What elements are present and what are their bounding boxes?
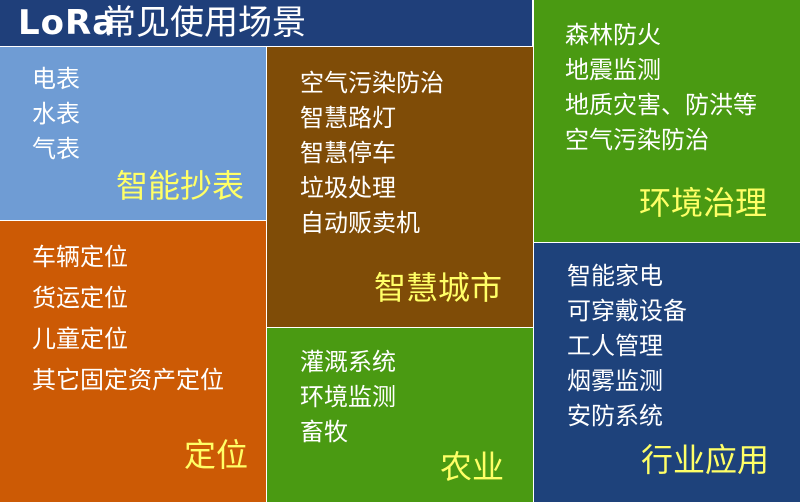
block-smart-meter: 电表 水表 气表 智能抄表 — [0, 46, 266, 220]
divider — [266, 46, 267, 502]
industry-item: 烟雾监测 — [567, 367, 663, 395]
positioning-item: 车辆定位 — [32, 243, 128, 271]
city-item: 智慧路灯 — [300, 104, 396, 132]
city-item: 自动贩卖机 — [300, 209, 420, 237]
positioning-label: 定位 — [184, 436, 249, 474]
city-item: 垃圾处理 — [300, 174, 396, 202]
positioning-item-list: 车辆定位 货运定位 儿童定位 其它固定资产定位 — [32, 237, 224, 401]
block-agriculture: 灌溉系统 环境监测 畜牧 农业 — [266, 327, 533, 502]
industry-item: 工人管理 — [567, 332, 663, 360]
block-environment: 森林防火 地震监测 地质灾害、防洪等 空气污染防治 环境治理 — [533, 0, 800, 242]
divider — [533, 242, 800, 243]
positioning-item: 货运定位 — [32, 284, 128, 312]
env-item: 地质灾害、防洪等 — [565, 91, 757, 119]
divider — [266, 327, 533, 328]
meter-item-list: 电表 水表 气表 — [32, 62, 80, 167]
block-positioning: 车辆定位 货运定位 儿童定位 其它固定资产定位 定位 — [0, 220, 266, 502]
env-item: 地震监测 — [565, 56, 661, 84]
env-item-list: 森林防火 地震监测 地质灾害、防洪等 空气污染防治 — [565, 18, 757, 158]
positioning-item: 儿童定位 — [32, 325, 128, 353]
title-bar: LoRa 常见使用场景 — [0, 0, 532, 46]
industry-item-list: 智能家电 可穿戴设备 工人管理 烟雾监测 安防系统 — [567, 259, 687, 434]
industry-label: 行业应用 — [641, 441, 770, 479]
positioning-item: 其它固定资产定位 — [32, 366, 224, 394]
city-label: 智慧城市 — [374, 269, 503, 307]
meter-item: 气表 — [32, 135, 80, 163]
industry-item: 智能家电 — [567, 262, 663, 290]
agri-item: 畜牧 — [300, 418, 348, 446]
env-label: 环境治理 — [639, 184, 768, 222]
agri-label: 农业 — [440, 448, 505, 486]
block-smart-city: 空气污染防治 智慧路灯 智慧停车 垃圾处理 自动贩卖机 智慧城市 — [266, 46, 533, 327]
city-item: 智慧停车 — [300, 139, 396, 167]
page-title: 常见使用场景 — [102, 3, 306, 43]
meter-item: 电表 — [32, 65, 80, 93]
meter-label: 智能抄表 — [116, 167, 245, 205]
city-item: 空气污染防治 — [300, 69, 444, 97]
block-industry: 智能家电 可穿戴设备 工人管理 烟雾监测 安防系统 行业应用 — [533, 242, 800, 502]
env-item: 空气污染防治 — [565, 126, 709, 154]
agri-item: 灌溉系统 — [300, 348, 396, 376]
divider — [0, 220, 266, 221]
meter-item: 水表 — [32, 100, 80, 128]
industry-item: 安防系统 — [567, 402, 663, 430]
agri-item: 环境监测 — [300, 383, 396, 411]
env-item: 森林防火 — [565, 21, 661, 49]
agri-item-list: 灌溉系统 环境监测 畜牧 — [300, 345, 396, 450]
divider — [533, 0, 534, 502]
city-item-list: 空气污染防治 智慧路灯 智慧停车 垃圾处理 自动贩卖机 — [300, 66, 444, 241]
industry-item: 可穿戴设备 — [567, 297, 687, 325]
